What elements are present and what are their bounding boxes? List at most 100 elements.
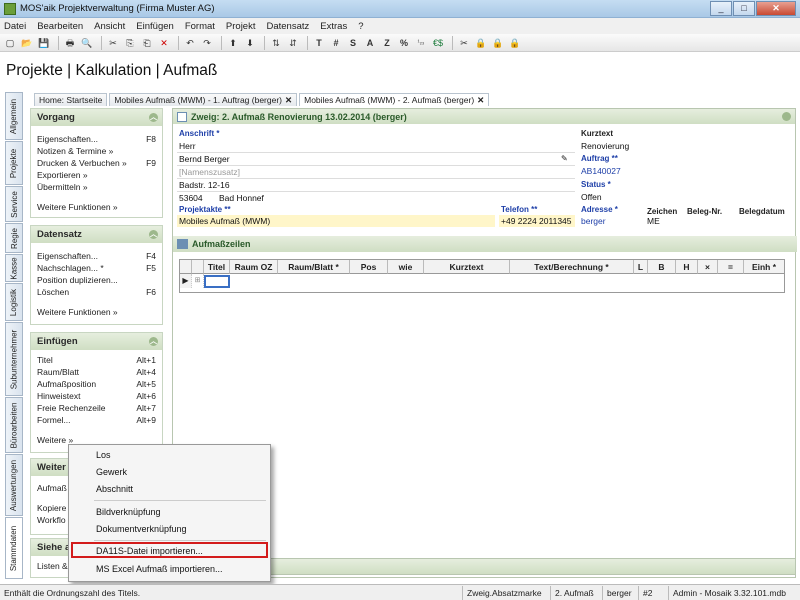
kurztext-field[interactable]: Renovierung [581, 141, 629, 151]
column-header[interactable]: Text/Berechnung * [510, 260, 634, 274]
vtab-allgemein[interactable]: Allgemein [5, 92, 23, 140]
auftrag-field[interactable]: AB140027 [581, 166, 621, 176]
menu-item-excel-import[interactable]: MS Excel Aufmaß importieren... [96, 564, 223, 574]
collapse-icon[interactable]: ︿ [149, 230, 158, 239]
currency-icon[interactable]: €$ [431, 36, 445, 50]
lock-blue-icon[interactable]: 🔒 [474, 36, 488, 50]
vtab-regie[interactable]: Regie [5, 223, 23, 253]
insert-number-icon[interactable]: # [329, 36, 343, 50]
lock-red-icon[interactable]: 🔒 [508, 36, 522, 50]
sidebar-item[interactable]: Löschen F6 [31, 286, 162, 298]
percent-icon[interactable]: % [397, 36, 411, 50]
active-cell[interactable] [204, 275, 230, 288]
sort-asc-icon[interactable]: ⇅ [269, 36, 283, 50]
sidebar-item[interactable]: Eigenschaften... F8 [31, 133, 162, 145]
paste-icon[interactable]: ⎗ [140, 36, 154, 50]
column-header[interactable]: Einh * [744, 260, 784, 274]
expand-icon[interactable]: ⊞ [192, 274, 204, 288]
sidebar-item[interactable]: Exportieren » [31, 169, 162, 181]
tools-icon[interactable]: ✂ [457, 36, 471, 50]
tab-aufmass[interactable]: Mobiles Aufmaß (MWM) - 2. Aufmaß (berger… [299, 93, 490, 106]
insert-z-icon[interactable]: Z [380, 36, 394, 50]
panel-header[interactable]: Vorgang ︿ [31, 109, 162, 126]
menu-extras[interactable]: Extras [320, 21, 347, 32]
menu-item-abschnitt[interactable]: Abschnitt [96, 484, 133, 494]
tab-close-icon[interactable]: ✕ [477, 95, 484, 105]
minimize-button[interactable]: _ [710, 1, 732, 16]
sidebar-more[interactable]: Weitere Funktionen » [31, 306, 162, 318]
collapse-icon[interactable]: ︿ [149, 337, 158, 346]
sidebar-item[interactable]: Titel Alt+1 [31, 354, 162, 366]
menu-item-los[interactable]: Los [96, 450, 111, 460]
redo-icon[interactable]: ↷ [200, 36, 214, 50]
lock-yellow-icon[interactable]: 🔒 [491, 36, 505, 50]
undo-icon[interactable]: ↶ [183, 36, 197, 50]
maximize-button[interactable]: □ [733, 1, 755, 16]
sidebar-item[interactable]: Drucken & Verbuchen » F9 [31, 157, 162, 169]
sidebar-item[interactable]: Eigenschaften... F4 [31, 250, 162, 262]
column-header[interactable]: L [634, 260, 648, 274]
anrede-field[interactable]: Herr [179, 141, 196, 151]
vtab-kasse[interactable]: Kasse [5, 254, 23, 282]
vtab-stammdaten[interactable]: Stammdaten [5, 517, 23, 579]
menu-datei[interactable]: Datei [4, 21, 26, 32]
sidebar-item[interactable]: Position duplizieren... [31, 274, 162, 286]
tab-auftrag[interactable]: Mobiles Aufmaß (MWM) - 1. Auftrag (berge… [109, 93, 298, 106]
street-field[interactable]: Badstr. 12-16 [179, 180, 230, 190]
menu-help[interactable]: ? [358, 21, 363, 32]
new-icon[interactable]: ▢ [3, 36, 17, 50]
column-header[interactable]: = [718, 260, 744, 274]
collapse-icon[interactable] [782, 112, 791, 121]
column-header[interactable]: Raum OZ [230, 260, 278, 274]
column-header[interactable]: Kurztext [424, 260, 510, 274]
vtab-auswertungen[interactable]: Auswertungen [5, 454, 23, 516]
adresse-field[interactable]: berger [581, 216, 606, 226]
menu-bearbeiten[interactable]: Bearbeiten [37, 21, 83, 32]
name-field[interactable]: Bernd Berger [179, 154, 230, 164]
tab-close-icon[interactable]: ✕ [285, 95, 292, 105]
column-header[interactable]: Raum/Blatt * [278, 260, 350, 274]
menu-item-da11s-import[interactable]: DA11S-Datei importieren... [96, 546, 203, 556]
column-header[interactable]: × [698, 260, 718, 274]
cut-icon[interactable]: ✂ [106, 36, 120, 50]
sort-desc-icon[interactable]: ⇵ [286, 36, 300, 50]
delete-icon[interactable]: ✕ [157, 36, 171, 50]
insert-title-icon[interactable]: T [312, 36, 326, 50]
print-preview-icon[interactable]: 🔍 [80, 36, 94, 50]
zeichen-field[interactable]: ME [647, 216, 660, 226]
status-field[interactable]: Offen [581, 192, 602, 202]
sidebar-item[interactable]: Aufmaßposition Alt+5 [31, 378, 162, 390]
column-header[interactable]: B [648, 260, 676, 274]
sidebar-item[interactable]: Hinweistext Alt+6 [31, 390, 162, 402]
vtab-projekte[interactable]: Projekte [5, 141, 23, 185]
copy-icon[interactable]: ⎘ [123, 36, 137, 50]
menu-item-bildverknuepfung[interactable]: Bildverknüpfung [96, 507, 161, 517]
menu-ansicht[interactable]: Ansicht [94, 21, 125, 32]
column-header[interactable]: Titel [204, 260, 230, 274]
plz-field[interactable]: 53604 [179, 193, 203, 203]
insert-s-icon[interactable]: S [346, 36, 360, 50]
menu-format[interactable]: Format [185, 21, 215, 32]
vtab-subunternehmer[interactable]: Subunternehmer [5, 322, 23, 396]
namenszusatz-field[interactable]: [Namenszusatz] [179, 167, 240, 177]
close-button[interactable]: ✕ [756, 1, 796, 16]
vtab-logistik[interactable]: Logistik [5, 283, 23, 321]
save-icon[interactable]: 💾 [37, 36, 51, 50]
sidebar-item[interactable]: Nachschlagen... * F5 [31, 262, 162, 274]
menu-projekt[interactable]: Projekt [226, 21, 256, 32]
sidebar-item[interactable]: Übermitteln » [31, 181, 162, 193]
menu-item-gewerk[interactable]: Gewerk [96, 467, 127, 477]
panel-header[interactable]: Einfügen ︿ [31, 333, 162, 350]
menu-item-dokumentverknuepfung[interactable]: Dokumentverknüpfung [96, 524, 187, 534]
tab-startseite[interactable]: Home: Startseite [34, 93, 108, 106]
panel-header[interactable]: Datensatz ︿ [31, 226, 162, 243]
column-header[interactable]: Pos [350, 260, 388, 274]
move-up-icon[interactable]: ⬆ [226, 36, 240, 50]
column-header[interactable]: wie [388, 260, 424, 274]
sidebar-item[interactable]: Notizen & Termine » [31, 145, 162, 157]
projektakte-field[interactable]: Mobiles Aufmaß (MWM) [179, 216, 270, 226]
vtab-bueroarbeiten[interactable]: Büroarbeiten [5, 397, 23, 453]
sidebar-item[interactable]: Freie Rechenzeile Alt+7 [31, 402, 162, 414]
telefon-field[interactable]: +49 2224 2011345 [501, 216, 572, 226]
city-field[interactable]: Bad Honnef [219, 193, 264, 203]
